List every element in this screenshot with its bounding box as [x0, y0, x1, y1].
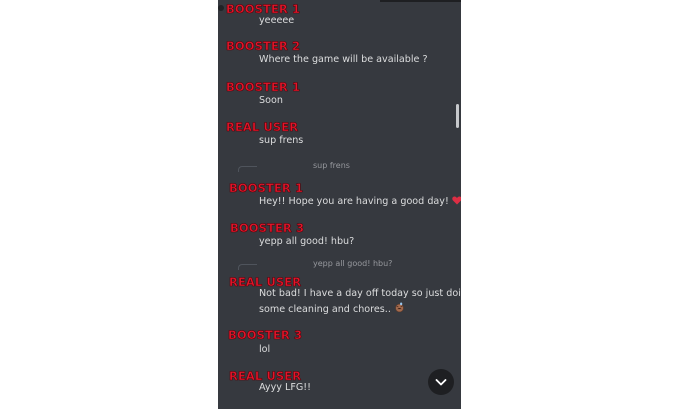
message-content: lol — [259, 344, 271, 355]
message-content: Soon — [259, 95, 283, 106]
message-content: yeeeee — [259, 15, 295, 26]
message-author[interactable]: BOOSTER 3 — [228, 328, 303, 343]
reply-connector — [238, 264, 257, 270]
message-content: Hey!! Hope you are having a good day! — [259, 193, 461, 211]
top-divider — [380, 0, 461, 2]
top-dot — [218, 5, 224, 11]
message-text: some cleaning and chores.. — [259, 304, 391, 315]
message-text: Hey!! Hope you are having a good day! — [259, 196, 449, 207]
heart-icon — [452, 196, 461, 205]
chat-panel: BOOSTER 1 yeeeee BOOSTER 2 Where the gam… — [218, 0, 461, 409]
jump-to-latest-button[interactable] — [428, 369, 454, 395]
message-content: Where the game will be available ? — [259, 54, 428, 65]
message-content: yepp all good! hbu? — [259, 236, 355, 247]
reply-preview[interactable]: yepp all good! hbu? — [313, 259, 392, 269]
reply-preview[interactable]: sup frens — [313, 161, 350, 171]
message-content: sup frens — [259, 135, 304, 146]
reply-connector — [238, 166, 257, 172]
scrollbar-thumb[interactable] — [456, 104, 459, 128]
tired-face-icon — [395, 302, 404, 313]
message-content: some cleaning and chores.. — [259, 301, 459, 319]
chevron-down-icon — [435, 379, 447, 386]
